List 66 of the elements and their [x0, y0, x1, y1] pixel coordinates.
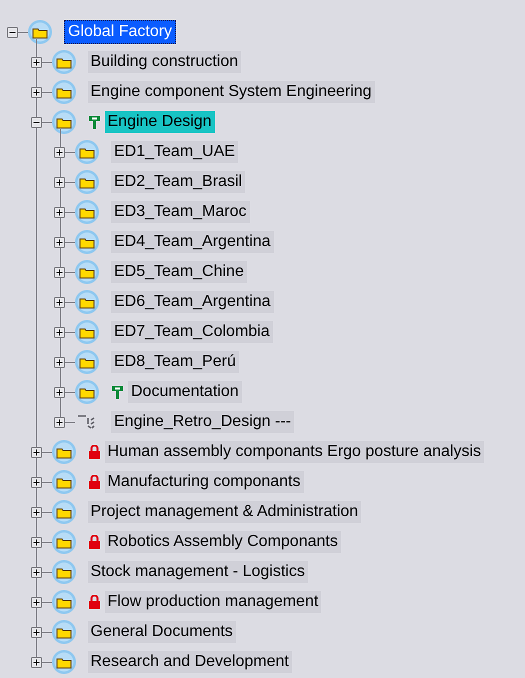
tree-item[interactable]: ED5_Team_Chine: [111, 261, 247, 283]
tree-item[interactable]: Engine component System Engineering: [88, 81, 375, 103]
expand-toggle-icon[interactable]: [30, 86, 42, 98]
expand-toggle-icon[interactable]: [54, 206, 65, 218]
tree-item[interactable]: Project management & Administration: [88, 501, 362, 523]
tree-item[interactable]: ED1_Team_UAE: [111, 141, 238, 163]
folder-icon: [52, 470, 76, 494]
tree-item[interactable]: Engine Design: [104, 111, 215, 133]
expand-toggle-icon[interactable]: [54, 416, 65, 428]
folder-icon: [75, 350, 99, 374]
collapse-toggle-icon[interactable]: [30, 116, 42, 128]
tree-item[interactable]: Stock management - Logistics: [88, 561, 308, 583]
expand-toggle-icon[interactable]: [30, 596, 42, 608]
expand-toggle-icon[interactable]: [54, 326, 65, 338]
tree-item[interactable]: Global Factory: [64, 20, 176, 44]
folder-icon: [75, 170, 99, 194]
expand-toggle-icon[interactable]: [30, 506, 42, 518]
expand-toggle-icon[interactable]: [54, 176, 65, 188]
tree-item[interactable]: Human assembly componants Ergo posture analysis: [104, 441, 484, 463]
folder-icon: [52, 50, 76, 74]
expand-toggle-icon[interactable]: [54, 356, 65, 368]
folder-icon: [75, 260, 99, 284]
tree-item[interactable]: ED6_Team_Argentina: [111, 291, 274, 313]
expand-toggle-icon[interactable]: [30, 656, 42, 668]
folder-icon: [75, 230, 99, 254]
folder-icon: [28, 20, 52, 44]
tree-item[interactable]: Manufacturing componants: [104, 471, 304, 493]
expand-toggle-icon[interactable]: [30, 566, 42, 578]
collapse-toggle-icon[interactable]: [7, 26, 18, 38]
tree-item[interactable]: Engine_Retro_Design ---: [111, 411, 294, 433]
folder-icon: [75, 200, 99, 224]
folder-icon: [52, 500, 76, 524]
expand-toggle-icon[interactable]: [54, 146, 65, 158]
folder-icon: [52, 590, 76, 614]
folder-icon: [52, 80, 76, 104]
expand-toggle-icon[interactable]: [30, 446, 42, 458]
folder-icon: [52, 440, 76, 464]
tree-item[interactable]: Building construction: [88, 51, 242, 73]
tree-item[interactable]: Research and Development: [88, 651, 292, 673]
expand-toggle-icon[interactable]: [30, 626, 42, 638]
tree-item[interactable]: ED3_Team_Maroc: [111, 201, 250, 223]
folder-icon: [52, 530, 76, 554]
tree-item[interactable]: Robotics Assembly Componants: [104, 531, 341, 553]
folder-icon: [75, 320, 99, 344]
folder-icon: [52, 560, 76, 584]
expand-toggle-icon[interactable]: [54, 386, 65, 398]
expand-toggle-icon[interactable]: [30, 56, 42, 68]
tree-item[interactable]: ED8_Team_Perú: [111, 351, 239, 373]
folder-icon: [52, 650, 76, 674]
link-icon: [78, 414, 96, 430]
expand-toggle-icon[interactable]: [54, 266, 65, 278]
expand-toggle-icon[interactable]: [54, 236, 65, 248]
folder-icon: [75, 290, 99, 314]
folder-icon: [52, 620, 76, 644]
tree-item[interactable]: ED2_Team_Brasil: [111, 171, 246, 193]
tree-item[interactable]: Documentation: [128, 381, 242, 403]
expand-toggle-icon[interactable]: [54, 296, 65, 308]
tree-item[interactable]: Flow production management: [104, 591, 322, 613]
expand-toggle-icon[interactable]: [30, 536, 42, 548]
tree-item[interactable]: General Documents: [88, 621, 236, 643]
folder-icon: [52, 110, 76, 134]
tree-item[interactable]: ED4_Team_Argentina: [111, 231, 274, 253]
folder-icon: [75, 140, 99, 164]
tree-item[interactable]: ED7_Team_Colombia: [111, 321, 273, 343]
expand-toggle-icon[interactable]: [30, 476, 42, 488]
folder-icon: [75, 380, 99, 404]
